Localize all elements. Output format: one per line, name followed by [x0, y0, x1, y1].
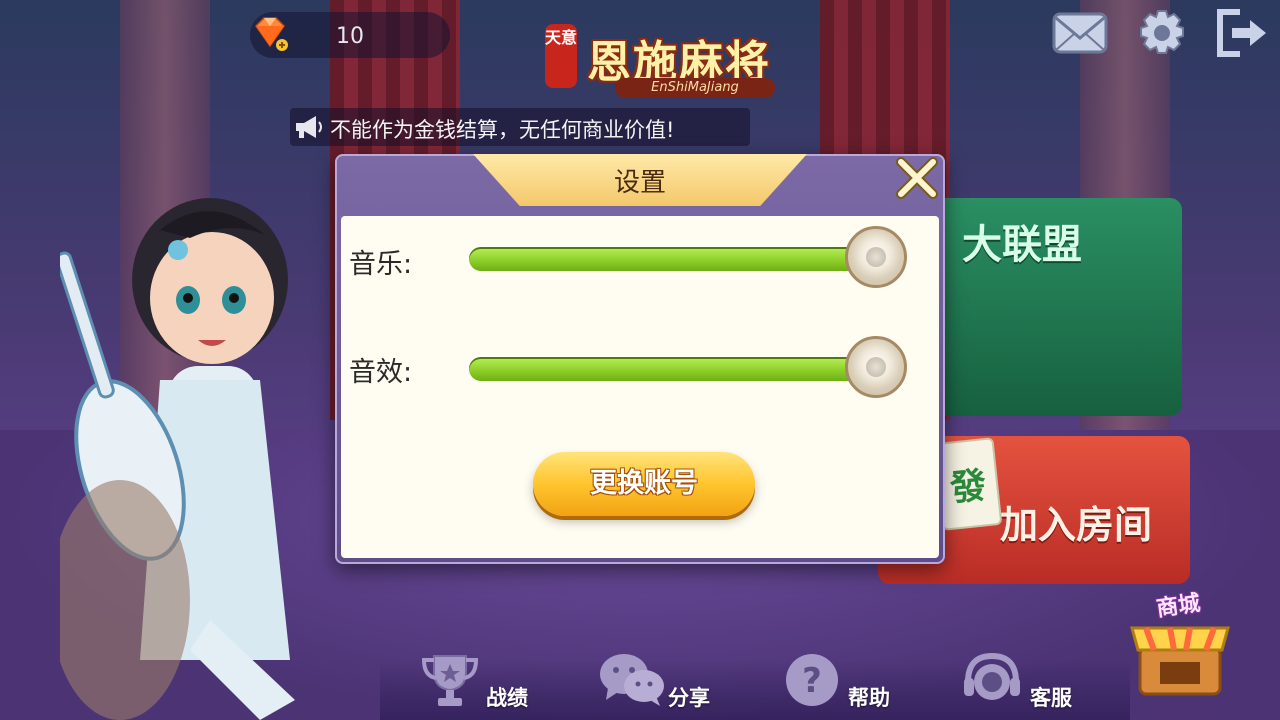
sfx-slider-knob[interactable] — [845, 336, 907, 398]
settings-dialog: 设置 音乐: 音效: 更换账号 — [335, 154, 945, 564]
music-slider-knob[interactable] — [845, 226, 907, 288]
sfx-volume-slider[interactable] — [469, 336, 907, 398]
settings-panel: 音乐: 音效: 更换账号 — [341, 216, 939, 558]
close-icon[interactable] — [893, 156, 941, 200]
music-label: 音乐: — [349, 249, 413, 280]
switch-account-button[interactable]: 更换账号 — [533, 452, 755, 516]
title-plate: 设置 — [473, 154, 807, 206]
music-volume-slider[interactable] — [469, 226, 907, 288]
sfx-label: 音效: — [349, 357, 413, 388]
switch-account-label: 更换账号 — [590, 468, 698, 499]
dialog-title: 设置 — [613, 168, 666, 198]
